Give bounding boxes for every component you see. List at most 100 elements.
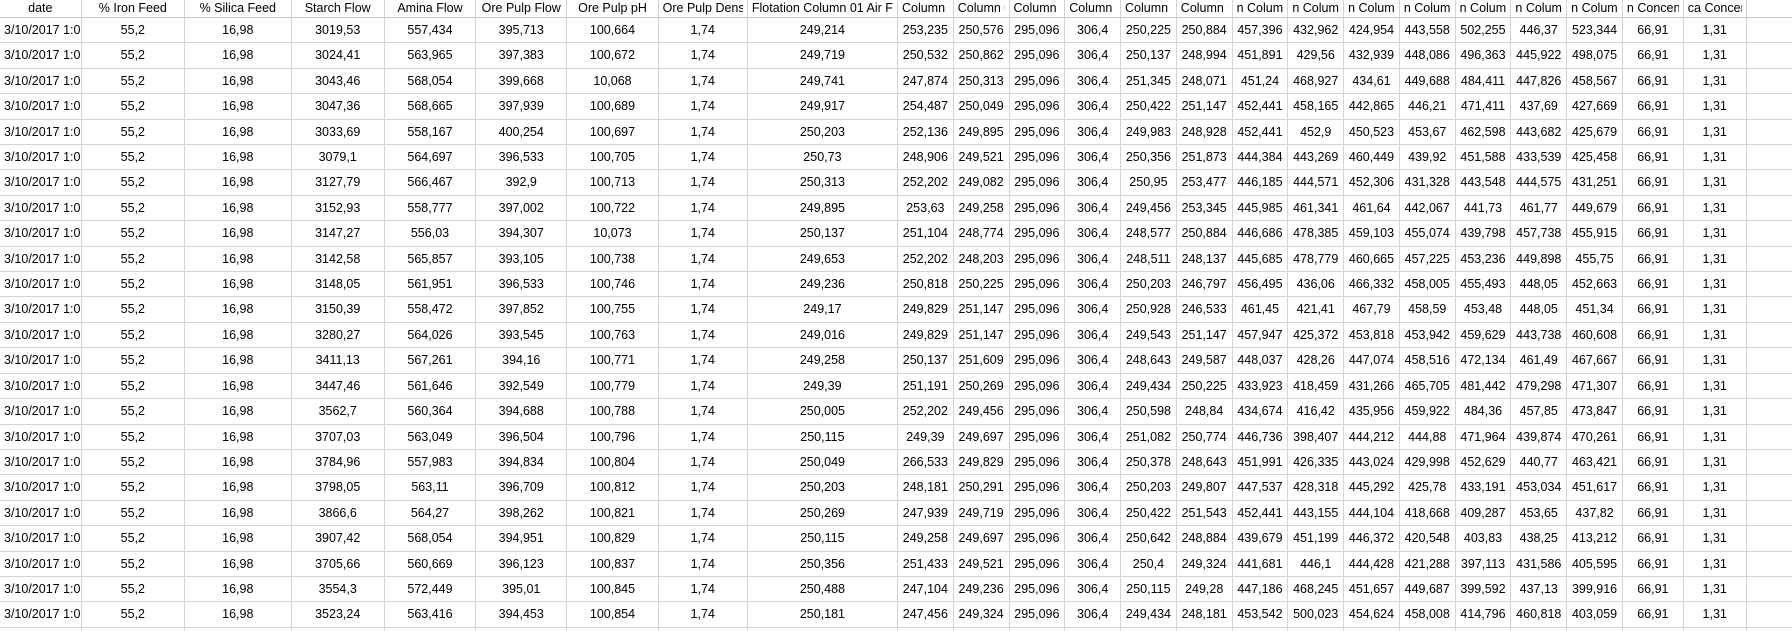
- column-header-12[interactable]: Column 0: [1064, 0, 1122, 18]
- table-cell[interactable]: 250,115: [747, 424, 898, 450]
- table-cell[interactable]: 55,2: [81, 398, 186, 425]
- table-cell[interactable]: 306,4: [1064, 42, 1122, 69]
- table-cell[interactable]: 418,459: [1287, 373, 1345, 400]
- table-cell[interactable]: 100,664: [566, 17, 659, 44]
- table-cell[interactable]: 248,203: [953, 246, 1010, 273]
- table-cell[interactable]: 16,98: [184, 601, 292, 628]
- table-cell[interactable]: 435,956: [1343, 398, 1400, 425]
- table-cell[interactable]: 478,779: [1287, 246, 1345, 273]
- table-cell[interactable]: 449,688: [1399, 68, 1456, 95]
- table-cell[interactable]: 250,774: [1176, 424, 1233, 450]
- table-cell[interactable]: 3/10/2017 1:00: [0, 525, 82, 552]
- table-cell[interactable]: 250,532: [897, 42, 954, 69]
- table-cell[interactable]: 481,442: [1455, 373, 1512, 400]
- column-header-2[interactable]: % Silica Feed: [184, 0, 292, 18]
- table-cell[interactable]: 247,456: [897, 601, 954, 628]
- table-cell[interactable]: 250,203: [747, 474, 898, 501]
- table-cell-blank[interactable]: [1746, 373, 1792, 400]
- table-cell[interactable]: 568,054: [384, 68, 477, 95]
- table-cell[interactable]: 250,225: [1120, 17, 1177, 44]
- table-cell[interactable]: 250,928: [1120, 296, 1177, 323]
- table-cell[interactable]: 456,495: [1232, 271, 1289, 298]
- table-cell[interactable]: 248,071: [1176, 68, 1233, 95]
- column-header-0[interactable]: date: [0, 0, 82, 18]
- table-cell[interactable]: 66,91: [1622, 347, 1684, 374]
- table-cell[interactable]: 252,202: [897, 169, 954, 196]
- table-cell[interactable]: 100,796: [566, 424, 659, 450]
- table-cell[interactable]: 250,862: [953, 42, 1010, 69]
- table-cell[interactable]: 248,774: [953, 220, 1010, 247]
- table-cell[interactable]: 451,891: [1232, 42, 1289, 69]
- table-cell[interactable]: 66,91: [1622, 144, 1684, 171]
- table-cell[interactable]: 55,2: [81, 627, 186, 631]
- table-cell[interactable]: 66,91: [1622, 119, 1684, 146]
- table-row[interactable]: 3/10/2017 1:00 55,2 16,98 3411,13 567,261 394…: [0, 347, 1792, 374]
- table-cell[interactable]: 251,104: [897, 220, 954, 247]
- table-cell-blank[interactable]: [1746, 500, 1792, 527]
- table-cell[interactable]: 249,324: [953, 601, 1010, 628]
- table-cell-blank[interactable]: [1746, 169, 1792, 196]
- table-cell[interactable]: 55,2: [81, 576, 186, 603]
- table-cell[interactable]: 3/10/2017 1:00: [0, 551, 82, 577]
- table-cell-blank[interactable]: [1746, 17, 1792, 44]
- table-cell[interactable]: 248,181: [1176, 601, 1233, 628]
- column-header-4[interactable]: Amina Flow: [384, 0, 477, 18]
- table-cell[interactable]: 3798,05: [291, 474, 385, 501]
- table-cell[interactable]: 458,458: [1343, 627, 1400, 631]
- table-cell[interactable]: 453,65: [1510, 500, 1568, 527]
- table-cell[interactable]: 247,104: [897, 576, 954, 603]
- table-cell[interactable]: 451,617: [1566, 474, 1623, 501]
- table-cell[interactable]: 431,266: [1343, 373, 1400, 400]
- table-cell[interactable]: 250,203: [1120, 271, 1177, 298]
- column-header-15[interactable]: n Column: [1232, 0, 1289, 18]
- table-cell[interactable]: 463,421: [1566, 449, 1623, 476]
- table-cell[interactable]: 459,103: [1343, 220, 1400, 247]
- table-cell[interactable]: 492,148: [1287, 627, 1345, 631]
- table-cell[interactable]: 295,096: [1009, 17, 1066, 44]
- table-cell[interactable]: 16,98: [184, 220, 292, 247]
- table-cell[interactable]: 295,096: [1009, 398, 1066, 425]
- table-cell[interactable]: 16,98: [184, 322, 292, 349]
- table-cell[interactable]: 444,571: [1287, 169, 1345, 196]
- table-cell[interactable]: 249,324: [1120, 627, 1177, 631]
- table-cell[interactable]: 3079,1: [291, 144, 385, 171]
- table-cell[interactable]: 250,269: [953, 373, 1010, 400]
- table-cell[interactable]: 565,857: [384, 246, 477, 273]
- table-cell[interactable]: 250,137: [897, 347, 954, 374]
- table-cell[interactable]: 3/10/2017 1:00: [0, 119, 82, 146]
- table-cell[interactable]: 250,576: [953, 17, 1010, 44]
- table-cell[interactable]: 433,923: [1232, 373, 1289, 400]
- table-cell[interactable]: 452,306: [1343, 169, 1400, 196]
- table-cell[interactable]: 397,852: [475, 296, 568, 323]
- table-cell[interactable]: 399,592: [1455, 576, 1512, 603]
- table-cell[interactable]: 447,186: [1232, 576, 1289, 603]
- spreadsheet-grid[interactable]: date % Iron Feed % Silica Feed Starch Flow A…: [0, 0, 1792, 631]
- table-cell[interactable]: 409,287: [1455, 500, 1512, 527]
- table-cell[interactable]: 413,212: [1566, 525, 1623, 552]
- table-cell[interactable]: 566,467: [384, 169, 477, 196]
- table-cell[interactable]: 557,434: [384, 17, 477, 44]
- table-cell[interactable]: 3/10/2017 1:00: [0, 347, 82, 374]
- table-cell[interactable]: 55,2: [81, 220, 186, 247]
- table-cell[interactable]: 3/10/2017 1:00: [0, 398, 82, 425]
- table-cell[interactable]: 250,356: [747, 551, 898, 577]
- table-cell[interactable]: 16,98: [184, 169, 292, 196]
- table-cell[interactable]: 100,771: [566, 347, 659, 374]
- table-cell[interactable]: 1,31: [1683, 551, 1747, 577]
- table-cell[interactable]: 16,98: [184, 347, 292, 374]
- table-cell[interactable]: 451,991: [1232, 449, 1289, 476]
- table-cell[interactable]: 451,199: [1287, 525, 1345, 552]
- table-cell[interactable]: 295,096: [1009, 220, 1066, 247]
- table-cell[interactable]: 66,91: [1622, 373, 1684, 400]
- table-cell[interactable]: 453,542: [1232, 601, 1289, 628]
- table-cell[interactable]: 251,609: [953, 347, 1010, 374]
- table-cell[interactable]: 3/10/2017 1:00: [0, 627, 82, 631]
- table-cell[interactable]: 250,203: [1120, 474, 1177, 501]
- table-cell[interactable]: 457,947: [1232, 322, 1289, 349]
- table-cell[interactable]: 452,441: [1232, 93, 1289, 120]
- table-cell[interactable]: 502,255: [1455, 17, 1512, 44]
- table-row[interactable]: 3/10/2017 1:00 55,2 16,98 3148,05 561,951 396…: [0, 271, 1792, 298]
- table-cell[interactable]: 397,939: [475, 93, 568, 120]
- column-header-11[interactable]: Column 0: [1009, 0, 1066, 18]
- table-cell[interactable]: 458,165: [1287, 93, 1345, 120]
